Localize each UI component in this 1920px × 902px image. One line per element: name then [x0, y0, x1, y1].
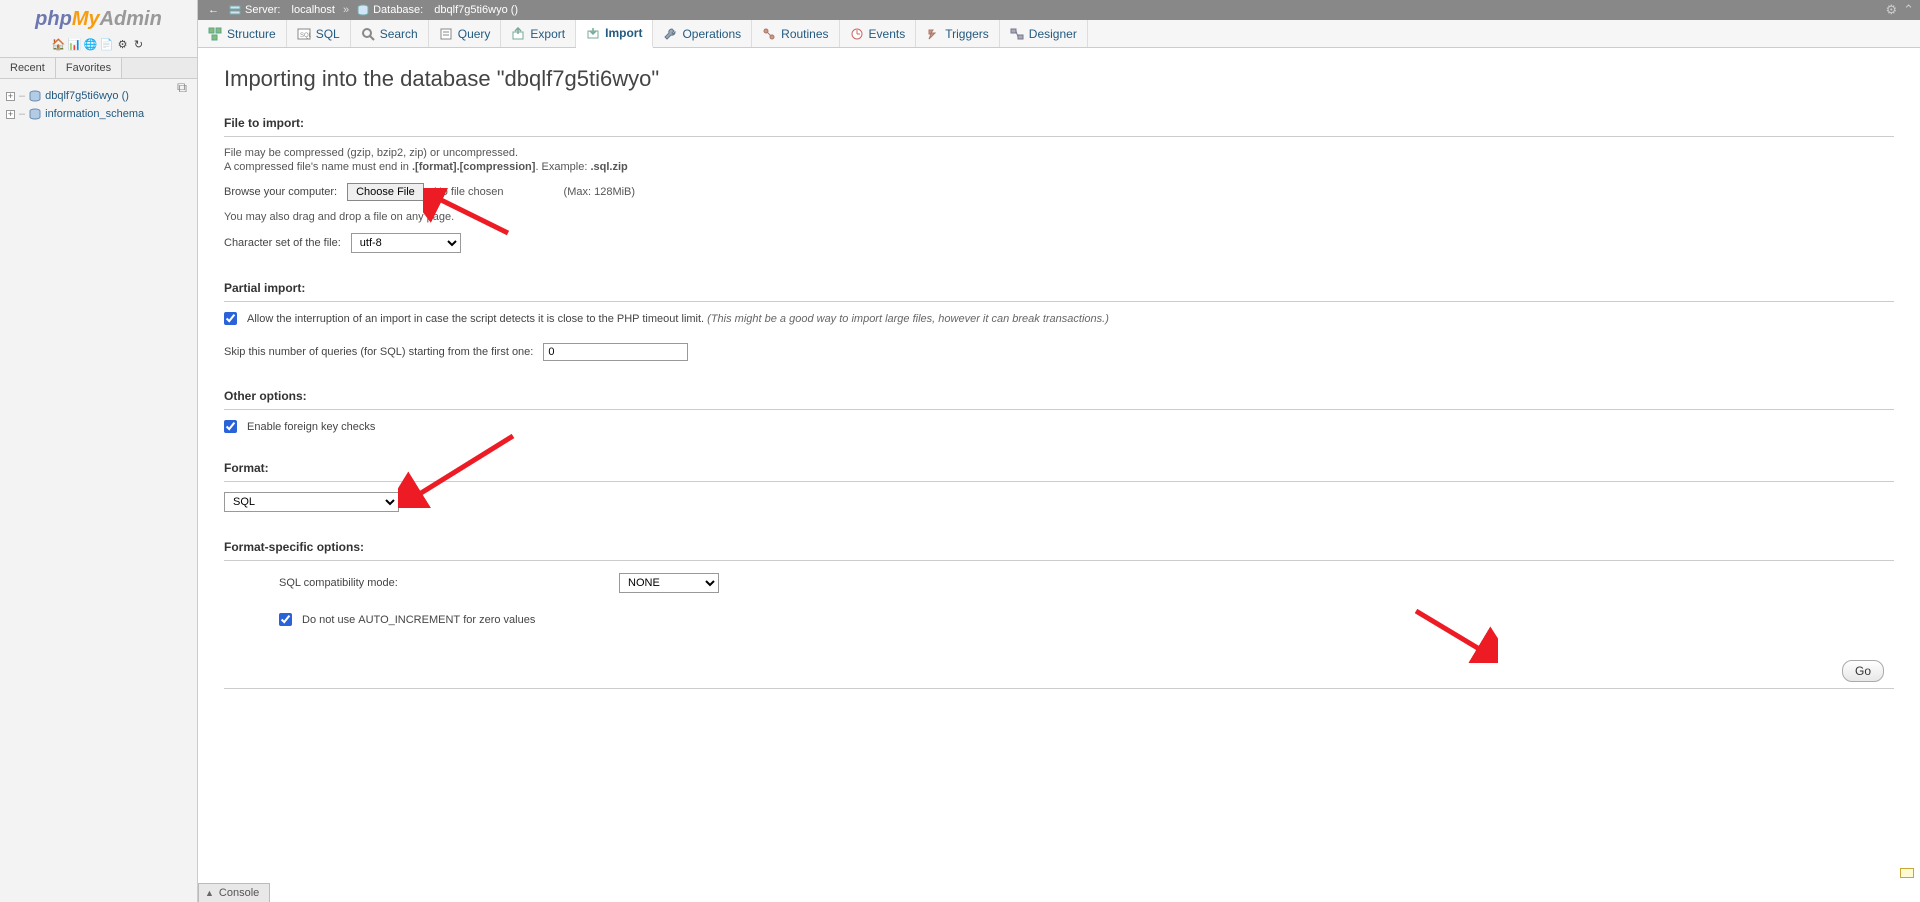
database-icon: [357, 4, 369, 16]
breadcrumb-database[interactable]: Database: dbqlf7g5ti6wyo (): [357, 4, 518, 16]
routines-icon: [762, 27, 776, 41]
allow-interrupt-label: Allow the interruption of an import in c…: [247, 313, 1109, 325]
tab-query[interactable]: Query: [429, 20, 502, 47]
browse-label: Browse your computer:: [224, 186, 337, 198]
no-autoincrement-checkbox[interactable]: [279, 613, 292, 626]
breadcrumb-server[interactable]: Server: localhost: [229, 4, 335, 16]
console-bar[interactable]: ▲ Console: [198, 883, 270, 902]
reload-icon[interactable]: ⚙: [116, 37, 130, 51]
tab-sql[interactable]: SQLSQL: [287, 20, 351, 47]
server-icon: [229, 4, 241, 16]
breadcrumb: ← Server: localhost » Database: dbqlf7g5…: [198, 0, 1920, 20]
drag-help: You may also drag and drop a file on any…: [224, 211, 1894, 223]
tab-operations[interactable]: Operations: [653, 20, 752, 47]
db-name: information_schema: [45, 108, 144, 120]
max-size-label: (Max: 128MiB): [564, 186, 636, 198]
sidebar-tabs: Recent Favorites: [0, 57, 197, 79]
section-other-options: Other options:: [224, 389, 1894, 407]
db-item[interactable]: + – information_schema: [6, 105, 191, 123]
sidebar: phpMyAdmin 🏠 📊 🌐 📄 ⚙ ↻ Recent Favorites …: [0, 0, 198, 902]
tab-import[interactable]: Import: [576, 20, 653, 48]
choose-file-button[interactable]: Choose File: [347, 183, 424, 201]
export-icon: [511, 27, 525, 41]
settings-icon[interactable]: 📄: [100, 37, 114, 51]
no-autoincrement-label: Do not use AUTO_INCREMENT for zero value…: [302, 614, 535, 626]
format-select[interactable]: SQL: [224, 492, 399, 512]
navtabs: Structure SQLSQL Search Query Export Imp…: [198, 20, 1920, 48]
tab-favorites[interactable]: Favorites: [56, 58, 122, 78]
tab-triggers[interactable]: Triggers: [916, 20, 1000, 47]
designer-icon: [1010, 27, 1024, 41]
collapse-panel-icon[interactable]: ←: [204, 4, 223, 16]
link-icon[interactable]: ⧉: [177, 79, 187, 96]
docs-icon[interactable]: 🌐: [84, 37, 98, 51]
logout-icon[interactable]: 📊: [68, 37, 82, 51]
compat-label: SQL compatibility mode:: [279, 577, 609, 589]
tab-search[interactable]: Search: [351, 20, 429, 47]
sidebar-icon-row: 🏠 📊 🌐 📄 ⚙ ↻: [0, 35, 197, 57]
enable-fk-checkbox[interactable]: [224, 420, 237, 433]
structure-icon: [208, 27, 222, 41]
section-partial-import: Partial import:: [224, 281, 1894, 299]
sql-icon: SQL: [297, 27, 311, 41]
collapse-up-icon[interactable]: ⌃: [1903, 2, 1914, 18]
expand-icon[interactable]: +: [6, 92, 15, 101]
db-item[interactable]: + – dbqlf7g5ti6wyo (): [6, 87, 191, 105]
notes-indicator[interactable]: [1900, 868, 1914, 878]
home-icon[interactable]: 🏠: [52, 37, 66, 51]
section-file-to-import: File to import:: [224, 116, 1894, 134]
main: ← Server: localhost » Database: dbqlf7g5…: [198, 0, 1920, 902]
charset-label: Character set of the file:: [224, 237, 341, 249]
db-tree: ⧉ + – dbqlf7g5ti6wyo () + – information_…: [0, 79, 197, 131]
enable-fk-label: Enable foreign key checks: [247, 421, 375, 433]
skip-label: Skip this number of queries (for SQL) st…: [224, 346, 533, 358]
go-button[interactable]: Go: [1842, 660, 1884, 682]
search-icon: [361, 27, 375, 41]
file-chosen-status: No file chosen: [434, 186, 504, 198]
section-format: Format:: [224, 461, 1894, 479]
section-format-specific: Format-specific options:: [224, 540, 1894, 558]
tab-designer[interactable]: Designer: [1000, 20, 1088, 47]
db-name: dbqlf7g5ti6wyo (): [45, 90, 129, 102]
content: Importing into the database "dbqlf7g5ti6…: [198, 48, 1920, 902]
compress-help: File may be compressed (gzip, bzip2, zip…: [224, 147, 1894, 159]
charset-select[interactable]: utf-8: [351, 233, 461, 253]
import-icon: [586, 26, 600, 40]
database-icon: [29, 108, 41, 120]
triggers-icon: [926, 27, 940, 41]
wrench-icon: [663, 27, 677, 41]
svg-text:SQL: SQL: [300, 33, 311, 39]
allow-interrupt-checkbox[interactable]: [224, 312, 237, 325]
annotation-arrow-3: [1408, 603, 1498, 663]
compress-name-help: A compressed file's name must end in .[f…: [224, 161, 1894, 173]
clock-icon: [850, 27, 864, 41]
compat-select[interactable]: NONE: [619, 573, 719, 593]
skip-queries-input[interactable]: [543, 343, 688, 361]
tab-export[interactable]: Export: [501, 20, 576, 47]
tab-events[interactable]: Events: [840, 20, 917, 47]
database-icon: [29, 90, 41, 102]
tab-structure[interactable]: Structure: [198, 20, 287, 47]
expand-icon[interactable]: +: [6, 110, 15, 119]
refresh-icon[interactable]: ↻: [132, 37, 146, 51]
page-title: Importing into the database "dbqlf7g5ti6…: [224, 66, 1894, 92]
query-icon: [439, 27, 453, 41]
tab-routines[interactable]: Routines: [752, 20, 839, 47]
caret-up-icon: ▲: [205, 888, 214, 898]
gear-icon[interactable]: ⚙: [1885, 2, 1897, 18]
logo: phpMyAdmin: [0, 0, 197, 35]
tab-recent[interactable]: Recent: [0, 58, 56, 78]
